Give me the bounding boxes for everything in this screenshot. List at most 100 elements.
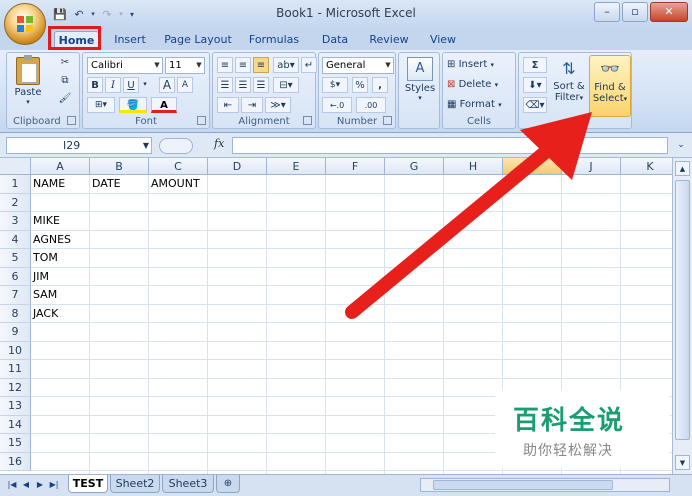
tab-formulas[interactable]: Formulas [246,31,302,49]
copy-icon[interactable]: ⧉ [57,75,73,86]
format-cells-button[interactable]: ▦ Format ▾ [447,97,502,113]
increase-indent-icon[interactable]: ⇥ [241,97,263,113]
fill-color-icon[interactable]: 🪣 [119,97,147,113]
sort-filter-button[interactable]: ⇅ Sort & Filter▾ [551,57,587,103]
styles-button[interactable]: A Styles ▾ [401,57,439,102]
row-header-15[interactable]: 15 [0,434,31,453]
column-header-d[interactable]: D [208,158,267,175]
row-header-7[interactable]: 7 [0,286,31,305]
column-header-h[interactable]: H [444,158,503,175]
name-box[interactable]: I29 ▼ [6,137,152,154]
row-header-14[interactable]: 14 [0,415,31,434]
sheet-tab-test[interactable]: TEST [68,475,108,493]
currency-icon[interactable]: $▾ [322,77,348,93]
align-bottom-icon[interactable]: ≡ [253,57,269,73]
cell-a4[interactable]: AGNES [31,231,71,249]
last-sheet-icon[interactable]: ▶| [48,478,60,491]
column-header-c[interactable]: C [149,158,208,175]
font-launcher-icon[interactable] [197,116,206,125]
first-sheet-icon[interactable]: |◀ [6,478,18,491]
increase-decimal-button[interactable]: ←.0 [322,97,352,113]
cell-b1[interactable]: DATE [90,175,121,193]
autosum-button[interactable]: Σ [523,57,547,73]
row-header-5[interactable]: 5 [0,249,31,268]
row-header-16[interactable]: 16 [0,452,31,471]
merge-center-icon[interactable]: ⊟▾ [273,77,299,93]
wrap-text-icon[interactable]: ↵ [301,57,317,73]
font-size-combo[interactable]: 11 ▼ [165,57,205,74]
row-header-1[interactable]: 1 [0,175,31,194]
align-top-icon[interactable]: ≡ [217,57,233,73]
tab-insert[interactable]: Insert [110,31,150,49]
row-header-8[interactable]: 8 [0,304,31,323]
row-header-4[interactable]: 4 [0,230,31,249]
vertical-scroll-thumb[interactable] [675,180,690,440]
bold-button[interactable]: B [87,77,103,93]
tab-data[interactable]: Data [318,31,352,49]
formula-input[interactable] [232,137,668,154]
cell-a5[interactable]: TOM [31,249,58,267]
column-header-a[interactable]: A [31,158,90,175]
align-middle-icon[interactable]: ≡ [235,57,251,73]
cut-icon[interactable]: ✂ [57,57,73,68]
insert-function-button[interactable]: fx [214,137,224,150]
insert-sheet-icon[interactable]: ⊕ [216,475,240,493]
align-right-icon[interactable]: ☰ [253,77,269,93]
row-header-11[interactable]: 11 [0,360,31,379]
sheet-tab-sheet2[interactable]: Sheet2 [110,475,160,493]
expand-formula-bar-icon[interactable]: ⌄ [674,137,688,154]
column-header-g[interactable]: G [385,158,444,175]
align-center-icon[interactable]: ☰ [235,77,251,93]
tab-page-layout[interactable]: Page Layout [164,31,232,49]
vertical-scrollbar[interactable]: ▲ ▼ [672,158,692,474]
comma-button[interactable]: , [372,77,388,93]
number-launcher-icon[interactable] [383,116,392,125]
scroll-down-icon[interactable]: ▼ [675,455,690,470]
borders-icon[interactable]: ⊞▾ [87,97,115,113]
row-header-13[interactable]: 13 [0,397,31,416]
italic-button[interactable]: I [105,77,121,93]
row-header-2[interactable]: 2 [0,193,31,212]
align-left-icon[interactable]: ☰ [217,77,233,93]
close-icon[interactable]: ✕ [650,2,688,22]
format-painter-icon[interactable]: 🖌 [57,93,73,104]
text-direction-icon[interactable]: ≫▾ [265,97,291,113]
clear-icon[interactable]: ⌫▾ [523,97,547,113]
underline-dropdown-icon[interactable]: ▾ [141,77,149,93]
font-color-button[interactable]: A [151,97,177,113]
cell-a7[interactable]: SAM [31,286,57,304]
underline-button[interactable]: U [123,77,139,93]
prev-sheet-icon[interactable]: ◀ [20,478,32,491]
cell-a8[interactable]: JACK [31,305,58,323]
insert-cells-button[interactable]: ⊞ Insert ▾ [447,57,494,73]
row-header-10[interactable]: 10 [0,341,31,360]
tab-review[interactable]: Review [366,31,412,49]
column-header-i[interactable]: I [503,158,562,175]
next-sheet-icon[interactable]: ▶ [34,478,46,491]
decrease-decimal-button[interactable]: .00 [356,97,386,113]
scroll-up-icon[interactable]: ▲ [675,161,690,176]
maximize-icon[interactable]: ▫ [622,2,648,22]
column-header-j[interactable]: J [562,158,621,175]
row-header-6[interactable]: 6 [0,267,31,286]
find-select-button[interactable]: 👓 Find & Select▾ [589,55,631,117]
percent-button[interactable]: % [352,77,368,93]
delete-cells-button[interactable]: ⊠ Delete ▾ [447,77,498,93]
column-header-k[interactable]: K [621,158,672,175]
select-all-corner[interactable] [0,158,31,175]
row-header-3[interactable]: 3 [0,212,31,231]
cell-a6[interactable]: JIM [31,268,49,286]
cell-a1[interactable]: NAME [31,175,65,193]
alignment-launcher-icon[interactable] [303,116,312,125]
fill-icon[interactable]: ⬇▾ [523,77,547,93]
paste-button[interactable]: Paste ▾ [11,55,45,106]
tab-view[interactable]: View [426,31,460,49]
minimize-icon[interactable]: – [594,2,620,22]
office-button[interactable] [4,3,46,45]
row-header-9[interactable]: 9 [0,323,31,342]
font-name-combo[interactable]: Calibri ▼ [87,57,163,74]
horizontal-scroll-thumb[interactable] [433,480,613,490]
cell-c1[interactable]: AMOUNT [149,175,200,193]
horizontal-scrollbar[interactable] [420,478,670,492]
grow-font-button[interactable]: A [159,77,175,93]
